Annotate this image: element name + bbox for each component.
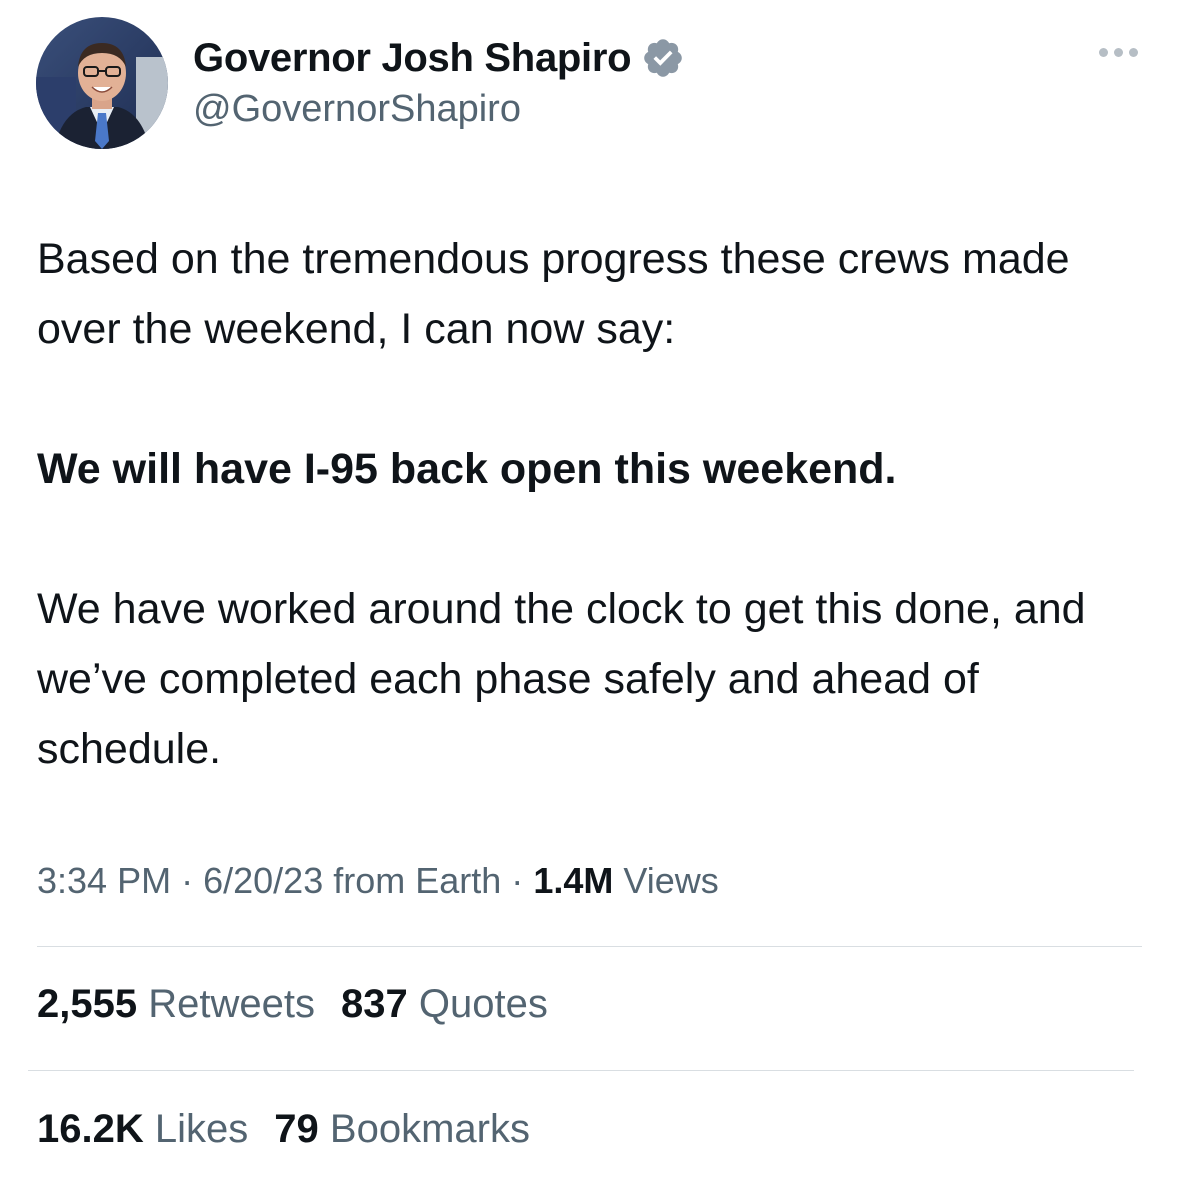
retweets-label: Retweets — [148, 982, 315, 1026]
stats-row-engagement: 16.2K Likes 79 Bookmarks — [37, 1107, 530, 1152]
likes-count: 16.2K — [37, 1107, 144, 1151]
name-row: Governor Josh Shapiro — [193, 30, 685, 86]
display-name[interactable]: Governor Josh Shapiro — [193, 36, 632, 81]
tweet-paragraph-2: We will have I-95 back open this weekend… — [37, 445, 897, 493]
verified-badge-icon[interactable] — [641, 36, 685, 80]
likes-stat[interactable]: 16.2K Likes — [37, 1107, 248, 1151]
tweet-paragraph-3: We have worked around the clock to get t… — [37, 585, 1086, 773]
views-label: Views — [623, 860, 719, 901]
retweets-stat[interactable]: 2,555 Retweets — [37, 982, 315, 1026]
avatar[interactable] — [36, 17, 168, 149]
meta-separator: · — [511, 860, 524, 901]
bookmarks-count: 79 — [274, 1107, 319, 1151]
stats-row-shares: 2,555 Retweets 837 Quotes — [37, 982, 548, 1027]
tweet-meta: 3:34 PM · 6/20/23 from Earth · 1.4M View… — [37, 860, 719, 902]
meta-separator: · — [181, 860, 194, 901]
bookmarks-label: Bookmarks — [329, 1107, 530, 1151]
tweet-text: Based on the tremendous progress these c… — [37, 224, 1147, 784]
tweet-paragraph-1: Based on the tremendous progress these c… — [37, 235, 1070, 353]
quotes-count: 837 — [340, 982, 408, 1026]
bookmarks-stat[interactable]: 79 Bookmarks — [274, 1107, 530, 1151]
more-dot — [1114, 48, 1123, 57]
more-dot — [1099, 48, 1108, 57]
more-options-icon[interactable] — [1099, 48, 1138, 57]
tweet-date-source[interactable]: 6/20/23 from Earth — [203, 860, 501, 901]
tweet-time[interactable]: 3:34 PM — [37, 860, 171, 901]
views-count: 1.4M — [533, 860, 614, 901]
divider — [28, 1070, 1134, 1071]
quotes-label: Quotes — [418, 982, 548, 1026]
tweet-card: Governor Josh Shapiro @GovernorShapiro B… — [0, 0, 1178, 1178]
more-dot — [1129, 48, 1138, 57]
divider — [37, 946, 1142, 947]
avatar-image — [36, 17, 168, 149]
quotes-stat[interactable]: 837 Quotes — [341, 982, 548, 1026]
handle[interactable]: @GovernorShapiro — [193, 88, 685, 131]
likes-label: Likes — [154, 1107, 249, 1151]
retweets-count: 2,555 — [37, 982, 138, 1026]
author-block: Governor Josh Shapiro @GovernorShapiro — [193, 30, 685, 131]
